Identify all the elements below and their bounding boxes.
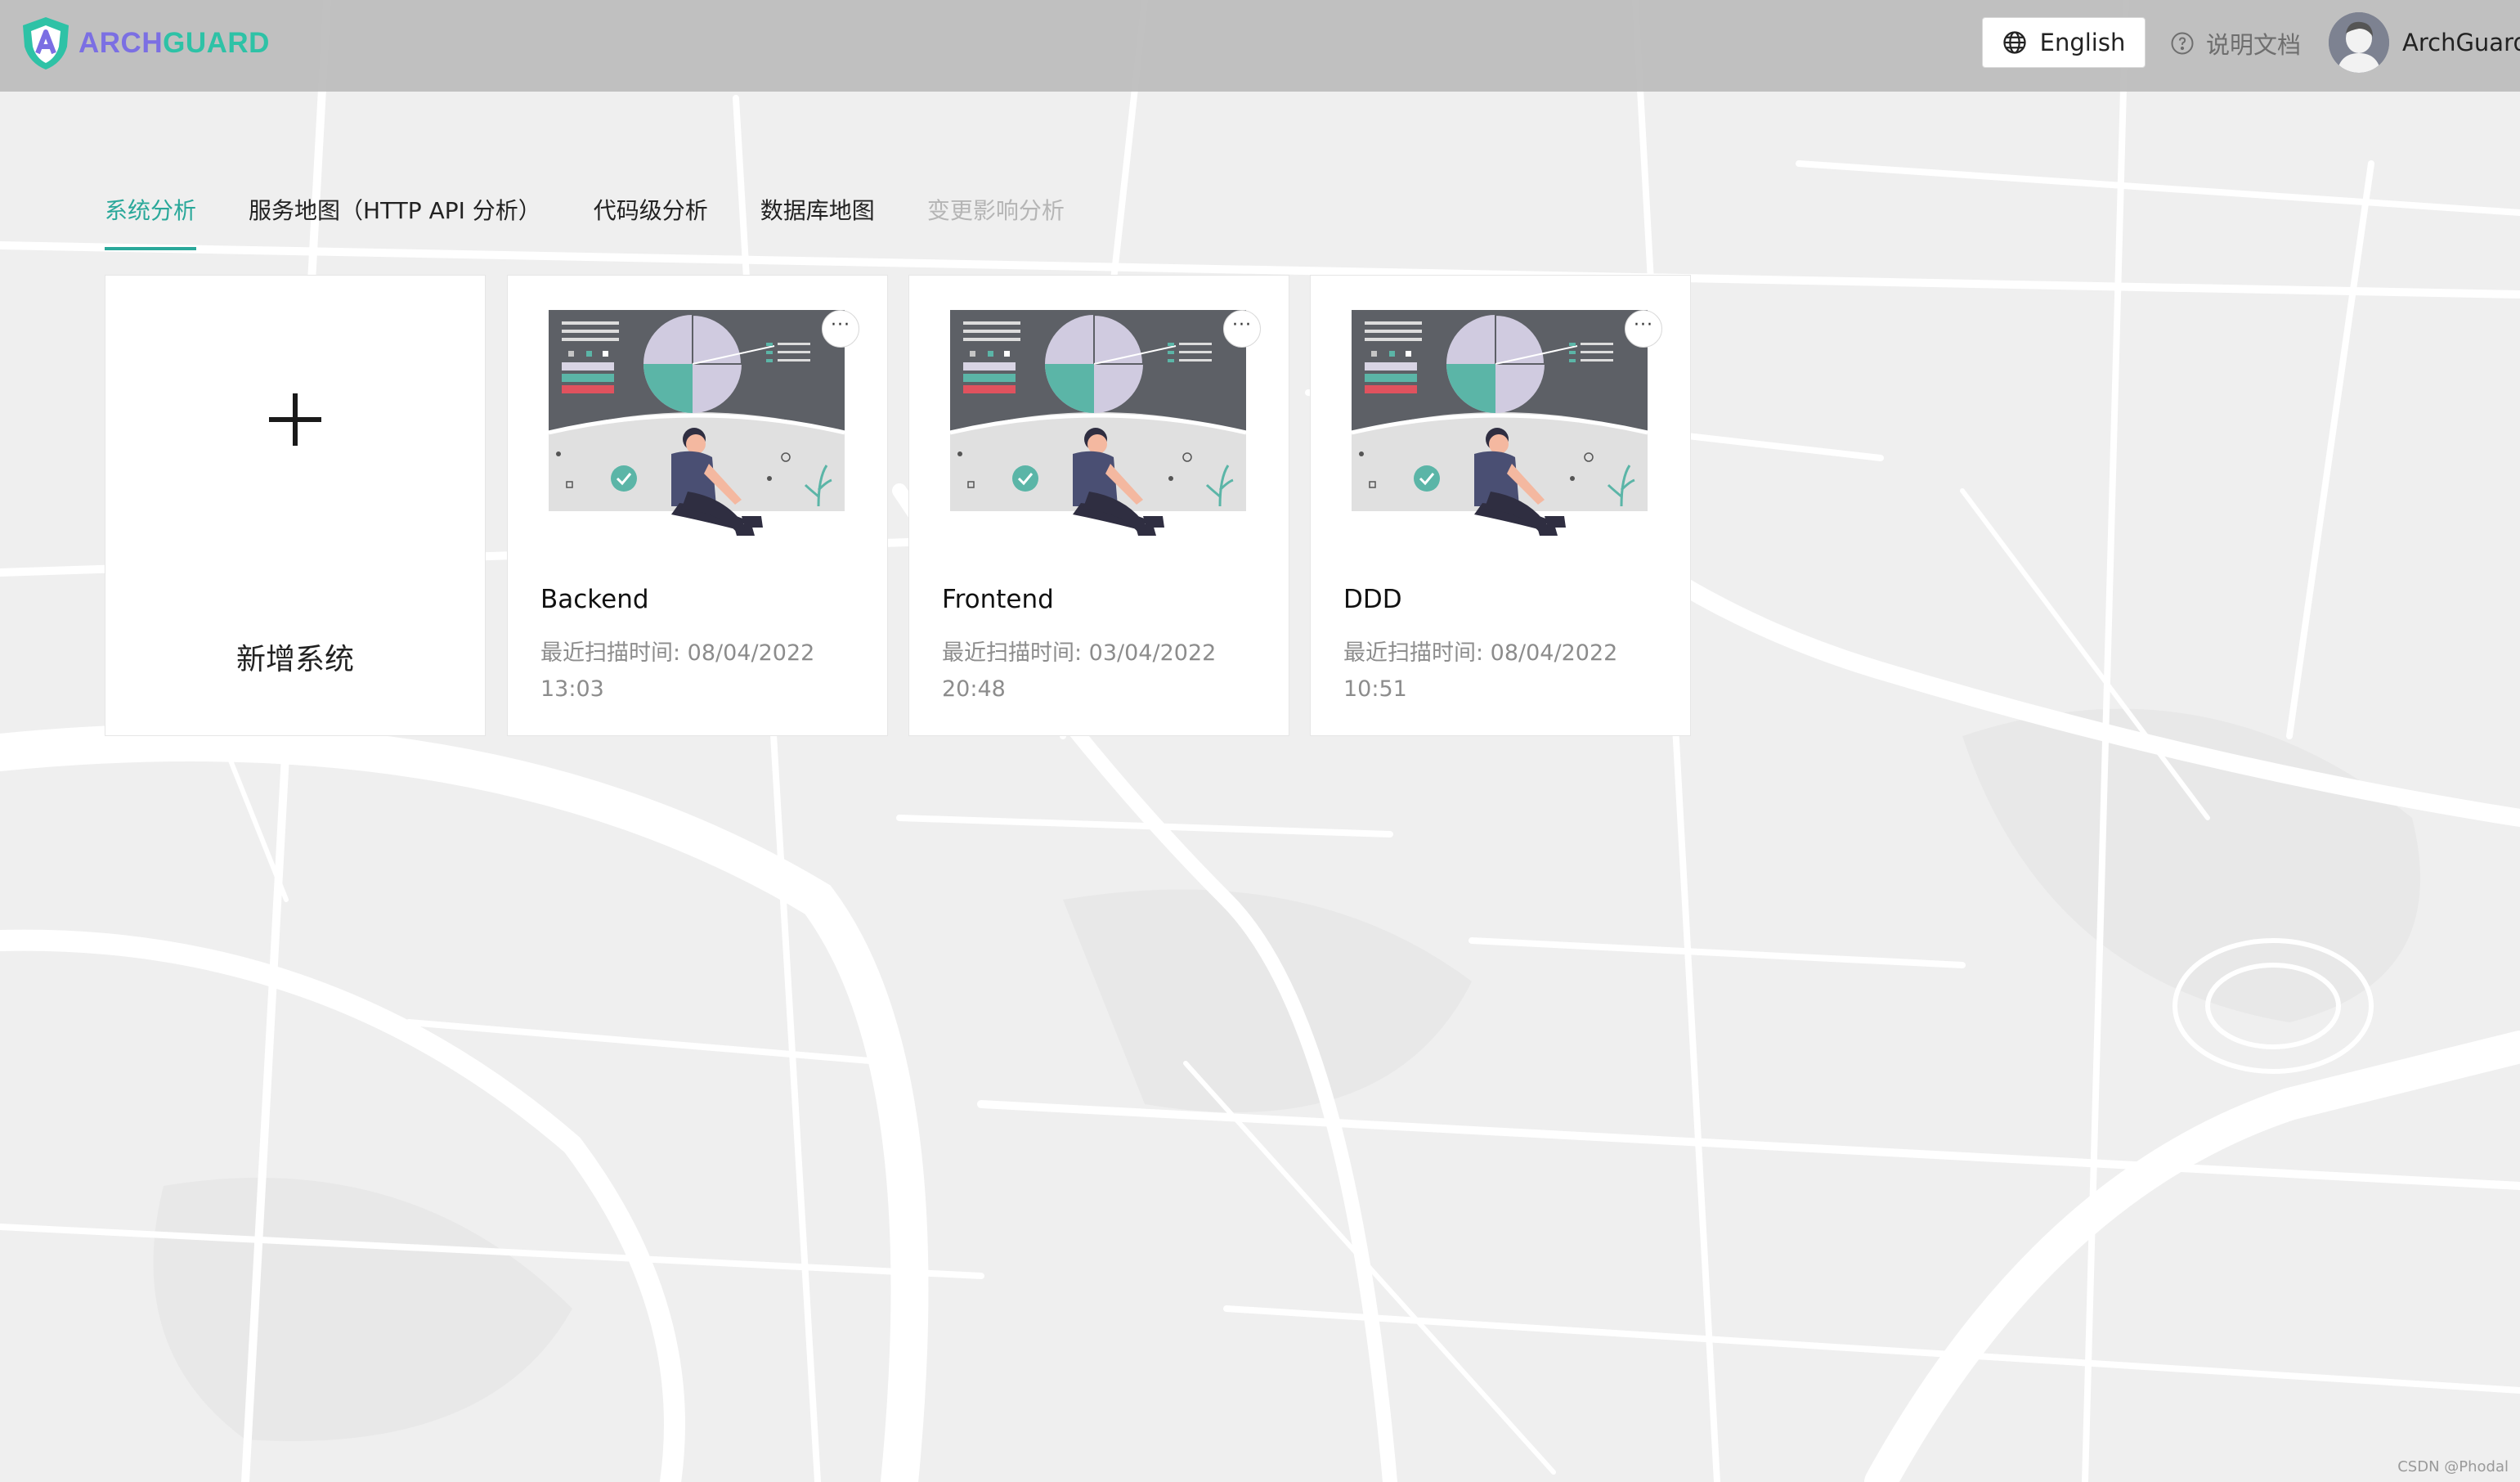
last-scan-time: 最近扫描时间: 08/04/2022 13:03 [540, 640, 815, 702]
tab-database-map[interactable]: 数据库地图 [760, 193, 875, 250]
archguard-shield-icon [23, 17, 69, 70]
language-switch-button[interactable]: English [1982, 17, 2146, 68]
more-options-button[interactable]: ··· [1625, 310, 1662, 348]
system-name: Frontend [942, 585, 1054, 614]
language-label: English [2039, 29, 2126, 56]
top-header: ARCHGUARD English 说明文档 ArchGuard [0, 0, 2520, 92]
system-card-ddd[interactable]: ··· DDD 最近扫描时间: 08/04/2022 10:51 [1310, 275, 1691, 736]
brand-name: ARCHGUARD [78, 27, 270, 59]
user-name: ArchGuard [2402, 29, 2520, 56]
user-avatar-icon [2329, 12, 2389, 73]
tab-code-analysis[interactable]: 代码级分析 [594, 193, 708, 250]
system-name: DDD [1343, 585, 1402, 614]
more-options-button[interactable]: ··· [1223, 310, 1261, 348]
docs-label: 说明文档 [2206, 31, 2302, 59]
archguard-logo[interactable]: ARCHGUARD [16, 13, 270, 74]
last-scan-time: 最近扫描时间: 08/04/2022 10:51 [1343, 640, 1618, 702]
system-card-backend[interactable]: ··· Backend 最近扫描时间: 08/04/2022 13:03 [507, 275, 888, 736]
user-menu[interactable]: ArchGuard [2329, 11, 2520, 74]
tab-change-impact-analysis: 变更影响分析 [926, 197, 1065, 224]
more-options-button[interactable]: ··· [822, 310, 859, 348]
last-scan-time: 最近扫描时间: 03/04/2022 20:48 [942, 640, 1217, 702]
watermark: CSDN @Phodal [2397, 1458, 2509, 1475]
add-system-label: 新增系统 [235, 643, 354, 676]
dashboard-illustration [950, 310, 1246, 536]
add-system-card[interactable]: 新增系统 [105, 275, 486, 736]
globe-icon [2003, 31, 2026, 54]
question-circle-icon [2171, 32, 2194, 55]
tab-service-map[interactable]: 服务地图（HTTP API 分析） [249, 193, 541, 250]
dashboard-illustration [549, 310, 845, 536]
plus-icon [269, 393, 321, 446]
docs-link[interactable]: 说明文档 [2170, 23, 2301, 64]
dashboard-illustration [1352, 310, 1648, 536]
system-name: Backend [540, 585, 649, 614]
main-tabs: 系统分析 服务地图（HTTP API 分析） 代码级分析 数据库地图 变更影响分… [105, 193, 1117, 250]
tab-system-analysis[interactable]: 系统分析 [105, 193, 197, 250]
system-card-frontend[interactable]: ··· Frontend 最近扫描时间: 03/04/2022 20:48 [908, 275, 1289, 736]
avatar [2329, 12, 2389, 73]
